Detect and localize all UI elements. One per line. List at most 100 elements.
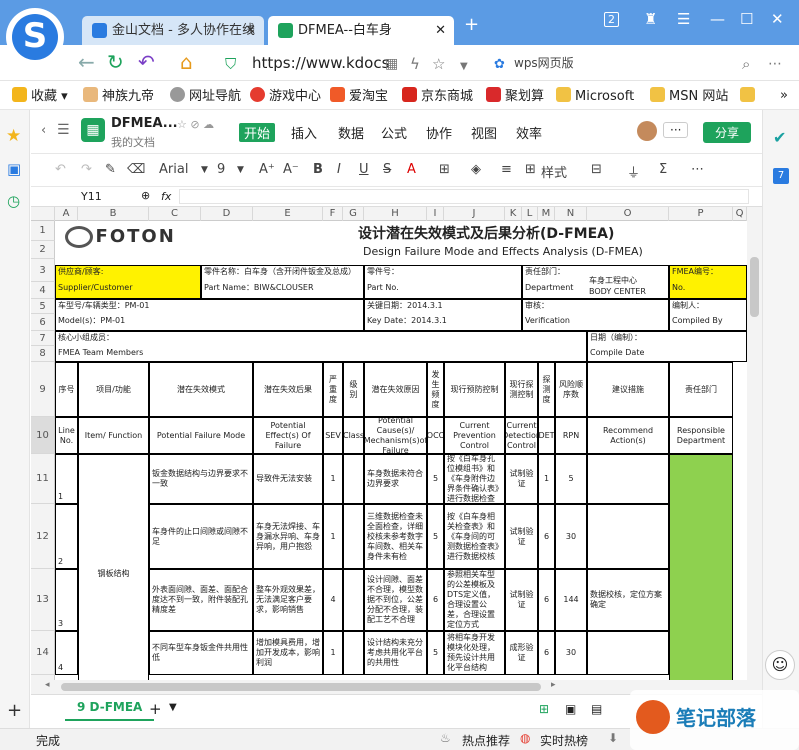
col-header[interactable]: I	[427, 207, 444, 221]
cell-mode[interactable]: 车身件的止口间隙或间隙不足	[149, 504, 253, 569]
key-date-cell[interactable]: 关键日期：2014.3.1 Key Date：2014.3.1	[364, 299, 522, 331]
cell-rpn[interactable]: 144	[555, 569, 587, 631]
cell-class[interactable]	[343, 631, 364, 675]
header-en-cell[interactable]: Potential Failure Mode	[149, 417, 253, 454]
cell-mode[interactable]: 不同车型车身钣金件共用性低	[149, 631, 253, 675]
cell-cause[interactable]: 三维数据检查未全面检查，详细校核未参考数字车间数、相关车身件未有检	[364, 504, 427, 569]
sheet-tab-active[interactable]: 9 D-FMEA	[65, 695, 155, 721]
undo-icon[interactable]: ↶	[138, 51, 155, 73]
cell-cause[interactable]: 设计结构未充分考虑共用化平台的共用性	[364, 631, 427, 675]
star-icon[interactable]: ☆ ⊘ ☁	[177, 118, 214, 131]
header-en-cell[interactable]: Potential Effect(s) Of Failure	[253, 417, 323, 454]
cell-prev[interactable]: 将相车身开发模块化处理，预先设计共用化平台结构	[444, 631, 505, 675]
cell-prev[interactable]: 参照相关车型的公差模板及DTS定义值，合理设置公差，合理设置定位方式	[444, 569, 505, 631]
decrease-font-icon[interactable]: A⁻	[283, 162, 299, 177]
verification-cell[interactable]: 审核： Verification	[522, 299, 669, 331]
scroll-thumb[interactable]	[61, 683, 541, 691]
zoom-icon[interactable]: ⊕	[141, 189, 150, 202]
bookmark-item[interactable]: 爱淘宝	[330, 87, 388, 106]
header-cn-cell[interactable]: 风险顺序数	[555, 362, 587, 417]
url-input[interactable]: https://www.kdocs	[252, 51, 512, 75]
team-members-cell[interactable]: 核心小组成员： FMEA Team Members	[55, 331, 587, 362]
col-header[interactable]: E	[253, 207, 323, 221]
col-header[interactable]: D	[201, 207, 253, 221]
bookmark-item[interactable]: 游戏中心	[250, 87, 321, 106]
col-header[interactable]: P	[669, 207, 733, 221]
row-header[interactable]: 4	[31, 282, 55, 299]
header-cn-cell[interactable]: 严重度	[323, 362, 343, 417]
bookmark-favorites[interactable]: 收藏 ▾	[12, 87, 68, 106]
cell-det[interactable]: 1	[538, 454, 555, 504]
font-color-icon[interactable]: A	[407, 162, 416, 177]
header-cn-cell[interactable]: 潜在失效模式	[149, 362, 253, 417]
reader-icon[interactable]: ▣	[7, 160, 21, 178]
sum-icon[interactable]: Σ	[659, 162, 667, 177]
favorites-star-icon[interactable]: ★	[6, 126, 21, 146]
live-hot-icon[interactable]: ◍	[520, 731, 530, 745]
header-en-cell[interactable]: Current Detection Control	[505, 417, 538, 454]
bookmark-item[interactable]: 网址导航	[170, 87, 241, 106]
home-icon[interactable]: ⌂	[180, 51, 193, 73]
cell-effect[interactable]: 整车外观效果差，无法满足客户要求，影响销售	[253, 569, 323, 631]
format-painter-icon[interactable]: ✎	[105, 162, 116, 177]
cell-no[interactable]: 3	[55, 569, 78, 631]
cell-sev[interactable]: 1	[323, 631, 343, 675]
bookmark-item[interactable]: 京东商城	[402, 87, 473, 106]
cell-det[interactable]: 6	[538, 569, 555, 631]
col-header[interactable]: G	[343, 207, 364, 221]
more-button[interactable]: ···	[663, 122, 689, 138]
cell-occ[interactable]: 5	[427, 504, 444, 569]
close-tab-icon[interactable]: ✕	[435, 16, 446, 45]
header-cn-cell[interactable]: 建议措施	[587, 362, 669, 417]
cell-cause[interactable]: 车身数据未符合边界要求	[364, 454, 427, 504]
view-mode-icon[interactable]: ⊞	[539, 702, 549, 716]
undo-icon[interactable]: ↶	[55, 162, 66, 177]
calendar-icon[interactable]: 7	[773, 168, 789, 184]
compiled-by-cell[interactable]: 编制人： Compiled By	[669, 299, 747, 331]
part-name-cell[interactable]: 零件名称：白车身（含开闭件钣金及总成） Part Name：BIW&CLOUSER	[201, 265, 364, 299]
hot-recommend-icon[interactable]: ♨	[440, 731, 451, 745]
dropdown-icon[interactable]: ▼	[460, 56, 468, 78]
fmea-no-cell[interactable]: FMEA编号： No.	[669, 265, 747, 299]
scroll-right-icon[interactable]: ▸	[551, 680, 556, 690]
check-icon[interactable]: ✔	[773, 128, 786, 147]
increase-font-icon[interactable]: A⁺	[259, 162, 275, 177]
header-cn-cell[interactable]: 级别	[343, 362, 364, 417]
style-button[interactable]: 样式	[541, 162, 567, 181]
cell-occ[interactable]: 6	[427, 569, 444, 631]
header-en-cell[interactable]: Current Prevention Control	[444, 417, 505, 454]
row-header[interactable]: 12	[31, 504, 55, 569]
header-en-cell[interactable]: Line No.	[55, 417, 78, 454]
eraser-icon[interactable]: ⌫	[127, 162, 145, 177]
cell-det_ctrl[interactable]: 成形验证	[505, 631, 538, 675]
bookmark-folder[interactable]	[740, 87, 759, 106]
menu-icon[interactable]: ☰	[677, 10, 690, 28]
header-cn-cell[interactable]: 潜在失效后果	[253, 362, 323, 417]
fill-color-icon[interactable]: ◈	[471, 162, 481, 177]
menu-collaborate[interactable]: 协作	[426, 123, 452, 142]
font-size-dropdown-icon[interactable]: ▼	[237, 165, 244, 175]
add-sidebar-icon[interactable]: +	[7, 700, 22, 721]
cell-class[interactable]	[343, 454, 364, 504]
col-header[interactable]: A	[55, 207, 78, 221]
cell-effect[interactable]: 车身无法焊接、车身漏水异响、车身异响，用户抱怨	[253, 504, 323, 569]
col-header[interactable]: Q	[733, 207, 747, 221]
history-icon[interactable]: ◷	[7, 192, 20, 210]
col-header[interactable]: F	[323, 207, 343, 221]
supplier-cell[interactable]: 供应商/顾客: Supplier/Customer	[55, 265, 201, 299]
item-function-cell[interactable]: 钢板结构	[78, 454, 149, 680]
col-header[interactable]: L	[522, 207, 538, 221]
spreadsheet-grid[interactable]: A B C D E F G H I J K L M N O P Q 1 2 3 …	[31, 207, 747, 680]
header-en-cell[interactable]: Potential Cause(s)/ Mechanism(s)of Failu…	[364, 417, 427, 454]
corner-cell[interactable]	[31, 207, 55, 221]
filter-icon[interactable]: ⏚	[627, 162, 640, 181]
download-icon[interactable]: ⬇	[608, 731, 618, 745]
bookmark-item[interactable]: 神族九帝	[83, 87, 154, 106]
cell-no[interactable]: 1	[55, 454, 78, 504]
header-cn-cell[interactable]: 现行探测控制	[505, 362, 538, 417]
minimize-icon[interactable]: —	[710, 10, 725, 28]
header-en-cell[interactable]: SEV	[323, 417, 343, 454]
search-box[interactable]: wps网页版	[514, 54, 574, 71]
avatar[interactable]	[637, 121, 657, 141]
menu-home[interactable]: 开始	[239, 123, 276, 142]
